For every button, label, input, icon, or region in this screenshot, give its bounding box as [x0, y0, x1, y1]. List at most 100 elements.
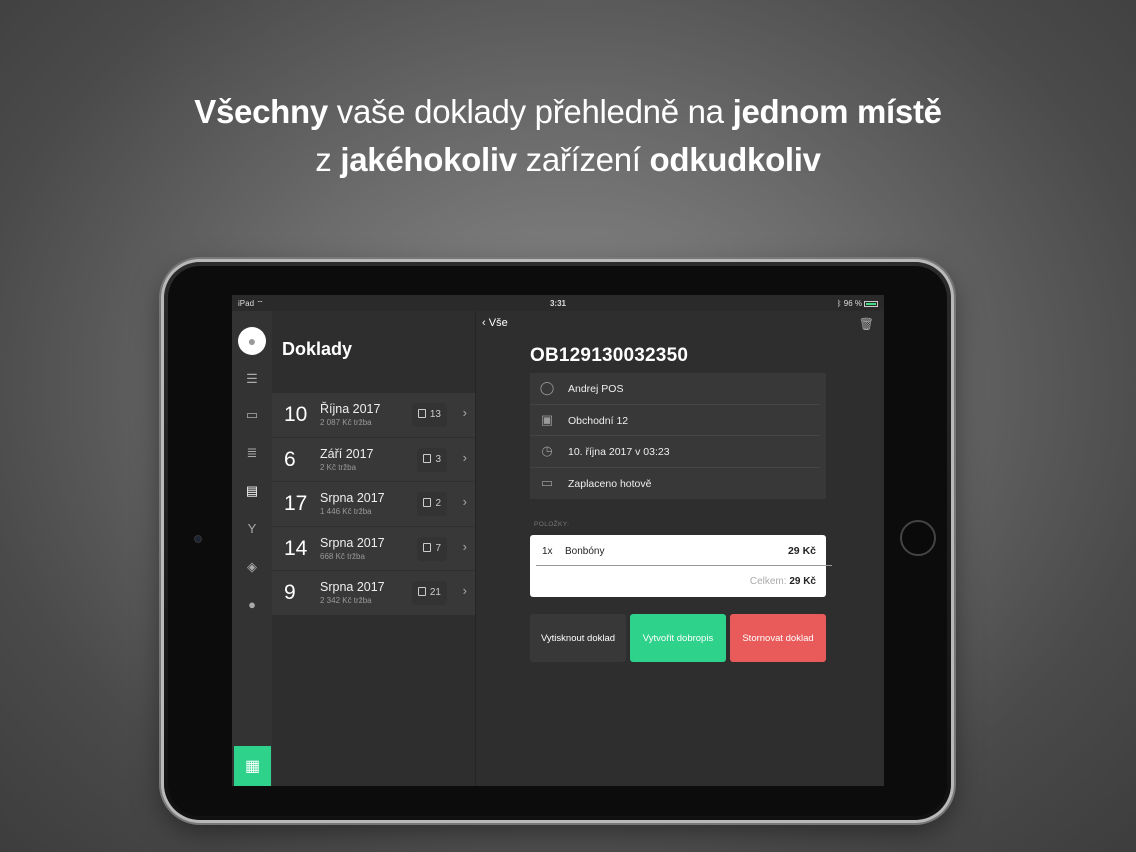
app-screen: iPad ⌔ 3:31 ᛒ 96 % ● ☰ ▭ ≣ ▤ Y ◈ ● ▦ Dok…	[232, 295, 884, 786]
list-item[interactable]: 6 Září 2017 2 Kč tržba 3 ›	[272, 438, 475, 482]
copy-icon	[423, 498, 432, 507]
home-button[interactable]	[900, 520, 936, 556]
copy-icon	[423, 453, 432, 463]
item-name: Bonbóny	[565, 546, 605, 557]
action-buttons: Vytisknout doklad Vytvořit dobropis Stor…	[530, 614, 826, 662]
headline-segment: jakéhokoliv	[340, 141, 517, 178]
menu-icon[interactable]: ☰	[232, 371, 272, 387]
list-item[interactable]: 10 Října 2017 2 087 Kč tržba 13 ›	[272, 393, 475, 438]
camera-icon	[194, 535, 202, 543]
create-credit-note-button[interactable]: Vytvořit dobropis	[630, 614, 726, 662]
chevron-right-icon: ›	[462, 583, 467, 598]
book-icon[interactable]: ▭	[232, 407, 272, 423]
info-row: ▣ Obchodní 12	[530, 405, 820, 436]
row-month: Září 2017	[320, 446, 374, 461]
wallet-icon: ▭	[540, 474, 554, 490]
status-time: 3:31	[549, 299, 566, 308]
back-label: Vše	[488, 317, 508, 329]
row-revenue: 668 Kč tržba	[320, 551, 365, 561]
info-text: Zaplaceno hotově	[568, 477, 652, 490]
back-button[interactable]: ‹ Vše	[482, 317, 508, 329]
info-text: Andrej POS	[568, 383, 624, 395]
row-month: Srpna 2017	[320, 580, 385, 594]
row-count: 21	[429, 587, 441, 598]
row-day: 17	[284, 492, 308, 515]
row-count: 3	[435, 453, 441, 465]
row-revenue: 1 446 Kč tržba	[320, 507, 372, 516]
list-item[interactable]: 17 Srpna 2017 1 446 Kč tržba 2 ›	[272, 482, 475, 527]
headline-line-2: z jakéhokoliv zařízení odkudkoliv	[0, 136, 1136, 184]
row-count-badge: 2	[417, 492, 447, 516]
copy-icon	[417, 409, 426, 418]
total-value: 29 Kč	[789, 576, 816, 587]
list-item[interactable]: 9 Srpna 2017 2 342 Kč tržba 21 ›	[272, 571, 475, 616]
status-bar: iPad ⌔ 3:31 ᛒ 96 %	[232, 295, 884, 311]
cancel-receipt-button[interactable]: Stornovat doklad	[730, 614, 826, 662]
list-item[interactable]: 14 Srpna 2017 668 Kč tržba 7 ›	[272, 527, 475, 571]
row-count: 2	[435, 498, 441, 509]
copy-icon	[417, 587, 426, 596]
row-month: Října 2017	[320, 402, 381, 416]
print-receipt-button[interactable]: Vytisknout doklad	[530, 614, 626, 662]
items-card: 1x Bonbóny 29 Kč Celkem: 29 Kč	[530, 535, 832, 597]
receipt-id: OB129130032350	[530, 345, 689, 366]
info-row: ◷ 10. října 2017 v 03:23	[530, 436, 820, 468]
headline-segment: jednom místě	[732, 93, 942, 130]
trash-icon[interactable]: 🗑	[859, 317, 874, 331]
info-row: ◯ Andrej POS	[530, 373, 820, 405]
headline-segment: vaše doklady přehledně na	[327, 93, 733, 130]
item-price: 29 Kč	[787, 545, 816, 557]
row-day: 10	[284, 403, 308, 426]
row-count-badge: 21	[411, 581, 447, 605]
receipt-detail-pane: ‹ Vše 🗑 OB129130032350 ◯ Andrej POS ▣ Obcho…	[475, 311, 884, 786]
user-icon: ◯	[539, 380, 555, 395]
row-count-badge: 13	[411, 403, 447, 427]
box-icon[interactable]: ◈	[232, 559, 272, 575]
receipts-list-pane: Doklady 10 Října 2017 2 087 Kč tržba 13 › 6 Zá…	[272, 311, 475, 786]
info-row: ▭ Zaplaceno hotově	[530, 468, 820, 500]
chevron-right-icon: ›	[462, 449, 467, 465]
headline-segment: zařízení	[516, 141, 650, 178]
row-revenue: 2 087 Kč tržba	[320, 418, 372, 427]
chevron-right-icon: ›	[462, 405, 467, 420]
status-right: ᛒ 96 %	[837, 299, 878, 308]
row-revenue: 2 342 Kč tržba	[320, 596, 372, 605]
store-icon[interactable]: ▦	[234, 746, 271, 786]
list-icon[interactable]: ≣	[232, 445, 272, 461]
row-day: 6	[284, 447, 296, 471]
headline-segment: z	[315, 141, 341, 178]
row-count-badge: 3	[417, 447, 447, 472]
cocktail-icon[interactable]: Y	[232, 521, 272, 536]
items-section-label: POLOŽKY:	[534, 521, 570, 528]
chevron-right-icon: ›	[462, 494, 467, 509]
clock-icon: ◷	[541, 443, 553, 458]
user-icon[interactable]: ●	[232, 597, 272, 612]
total-label: Celkem:	[749, 576, 787, 587]
headline-segment: Všechny	[194, 93, 328, 130]
info-text: 10. října 2017 v 03:23	[568, 446, 670, 458]
receipts-list: 10 Října 2017 2 087 Kč tržba 13 › 6 Září 2017 2…	[272, 393, 475, 616]
items-total: Celkem: 29 Kč	[750, 576, 816, 587]
row-day: 9	[284, 581, 296, 604]
avatar[interactable]: ●	[238, 327, 266, 355]
headline-segment: odkudkoliv	[649, 141, 821, 178]
row-day: 14	[284, 536, 308, 560]
battery-icon	[864, 300, 878, 307]
nav-rail: ● ☰ ▭ ≣ ▤ Y ◈ ● ▦	[232, 311, 272, 786]
row-count-badge: 7	[417, 536, 447, 561]
bluetooth-icon: ᛒ	[836, 299, 842, 308]
row-revenue: 2 Kč tržba	[320, 462, 357, 472]
row-month: Srpna 2017	[320, 491, 385, 505]
copy-icon	[423, 542, 432, 552]
row-count: 7	[435, 542, 441, 554]
chevron-left-icon: ‹	[482, 317, 486, 329]
item-qty: 1x	[542, 546, 553, 557]
receipt-info: ◯ Andrej POS ▣ Obchodní 12 ◷ 10. října 2017 v…	[530, 373, 826, 499]
info-text: Obchodní 12	[568, 414, 629, 427]
document-icon[interactable]: ▤	[232, 483, 272, 499]
chevron-right-icon: ›	[462, 538, 467, 554]
headline-line-1: Všechny vaše doklady přehledně na jednom…	[0, 88, 1136, 136]
page-title: Doklady	[282, 339, 353, 359]
shop-icon: ▣	[540, 411, 554, 427]
battery-level: 96 %	[843, 299, 862, 308]
